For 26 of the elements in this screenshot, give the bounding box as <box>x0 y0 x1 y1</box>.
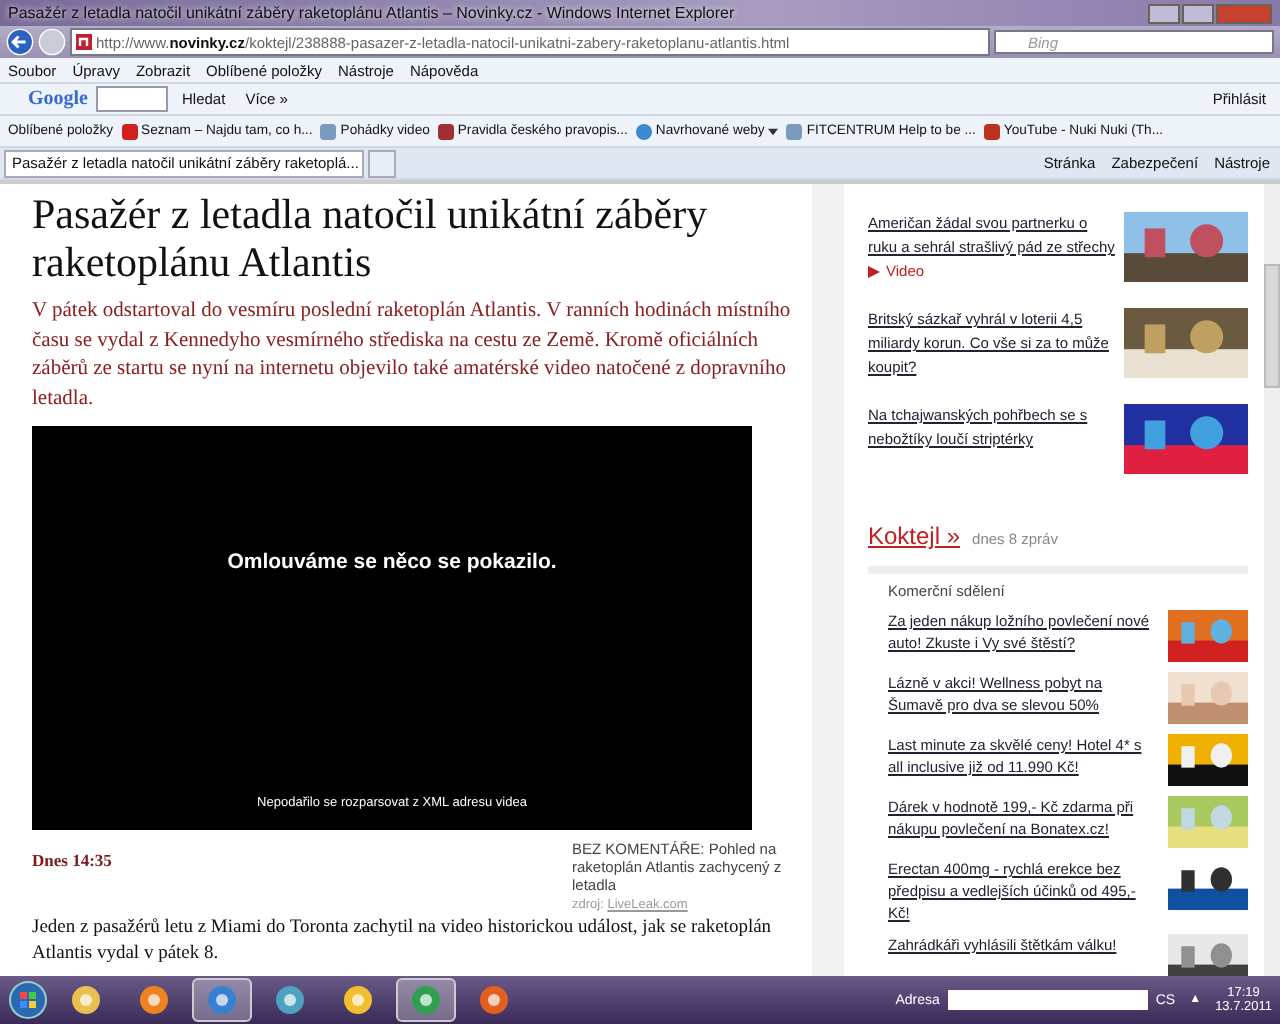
site-icon <box>76 34 92 50</box>
favorite-icon <box>437 123 454 139</box>
maximize-button[interactable] <box>1182 3 1214 23</box>
favorite-icon <box>786 123 803 139</box>
taskbar-address-field[interactable] <box>947 990 1148 1010</box>
section-link[interactable]: Koktejl » <box>868 522 961 550</box>
new-tab-button[interactable] <box>368 149 396 177</box>
back-icon[interactable] <box>6 28 34 56</box>
forward-icon[interactable] <box>38 28 66 56</box>
favorite-icon <box>121 123 138 139</box>
caret-icon <box>768 127 779 135</box>
favorite-icon <box>635 123 652 139</box>
google-search-field[interactable] <box>96 86 168 112</box>
favorite-icon <box>320 123 337 139</box>
article-headline: Pasažér z letadla natočil unikátní záběry raketoplánu Atlantis <box>32 190 710 286</box>
start-button[interactable] <box>8 980 48 1020</box>
video-error-message: Omlouváme se něco se pokazilo. <box>227 550 557 574</box>
play-icon <box>868 266 880 278</box>
favorite-icon <box>983 123 1000 139</box>
article-date: Dnes 14:35 <box>32 850 112 874</box>
minimize-button[interactable] <box>1148 3 1180 23</box>
article-perex: V pátek odstartoval do vesmíru poslední raketoplán Atlantis. V ranních hodinách místního času se vydal z Kennedyho vesmírného střediska na cestu ze Země. Kromě oficiálních záběrů ze startu se nyní na internetu objevilo také amatérské video natočené z dopravního letadla. <box>32 298 792 413</box>
window-title: Pasažér z letadla natočil unikátní záběry raketoplánu Atlantis – Novinky.cz - Windows Internet Explorer <box>8 4 735 22</box>
article-body: Jeden z pasažérů letu z Miami do Toronta zachytil na video historickou událost, jak se raketoplán Atlantis vydal v pátek 8. <box>32 916 774 968</box>
google-logo: Google <box>26 88 88 110</box>
scrollbar[interactable] <box>1264 184 1280 976</box>
